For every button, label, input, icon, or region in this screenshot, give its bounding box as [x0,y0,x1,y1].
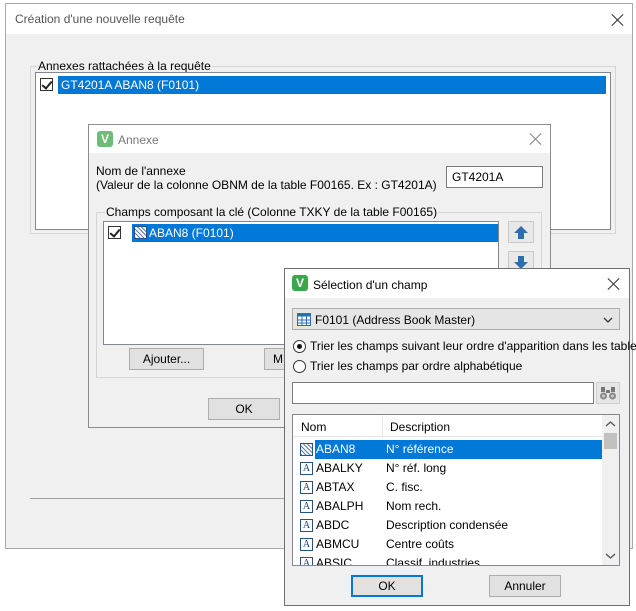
scroll-up-icon[interactable] [602,417,619,431]
table-row[interactable]: A ABMCU Centre coûts [293,535,603,554]
select-ok-button[interactable]: OK [351,575,423,597]
key-field-icon [300,443,313,456]
app-logo-icon: V [292,275,308,291]
column-divider [382,415,383,437]
select-cancel-button[interactable]: Annuler [489,575,561,597]
table-icon [297,313,311,326]
fields-table[interactable]: Nom Description ABAN8 N° référence A ABALKY… [292,414,620,566]
main-window-title: Création d'une nouvelle requête [15,12,185,26]
row-name: ABALPH [316,499,364,513]
select-title-bar: V Sélection d'un champ [285,269,629,298]
table-scrollbar[interactable] [602,415,619,565]
table-dropdown-value: F0101 (Address Book Master) [315,313,476,327]
sort-by-order-radio[interactable] [293,340,306,353]
row-name: ABSIC [316,556,353,566]
select-close-icon[interactable] [607,277,621,291]
row-name: ABTAX [316,480,355,494]
table-row[interactable]: A ABTAX C. fisc. [293,478,603,497]
sort-alpha-radio[interactable] [293,360,306,373]
main-title-bar: Création d'une nouvelle requête [6,4,632,34]
row-name: ABMCU [316,537,360,551]
table-row[interactable]: A ABALPH Nom rech. [293,497,603,516]
annexe-item-label: GT4201A ABAN8 (F0101) [61,78,200,92]
annexe-name-input[interactable]: GT4201A [446,166,543,188]
select-dialog-title: Sélection d'un champ [313,278,428,292]
table-dropdown[interactable]: F0101 (Address Book Master) [292,308,620,330]
alpha-field-icon: A [300,462,313,475]
arrow-up-icon [514,226,528,239]
main-close-icon[interactable] [611,13,625,27]
alpha-field-icon: A [300,481,313,494]
table-row[interactable]: ABAN8 N° référence [300,440,603,459]
move-up-button[interactable] [508,221,534,243]
annexe-name-label: Nom de l'annexe [96,164,186,178]
scroll-thumb[interactable] [604,433,617,449]
sort-alpha-label[interactable]: Trier les champs par ordre alphabétique [310,359,522,373]
annexe-dialog-title: Annexe [118,133,159,147]
row-description: N° référence [386,442,454,456]
key-field-label: ABAN8 (F0101) [149,226,234,240]
annexe-close-icon[interactable] [529,132,543,146]
key-field-item[interactable]: ABAN8 (F0101) [132,224,498,242]
annexe-name-hint: (Valeur de la colonne OBNM de la table F… [96,178,437,192]
key-field-checkbox[interactable] [108,226,121,239]
binoculars-icon [600,387,616,400]
column-header-name[interactable]: Nom [301,420,326,434]
row-description: N° réf. long [386,461,447,475]
row-description: C. fisc. [386,480,423,494]
field-search-input[interactable] [292,382,594,404]
alpha-field-icon: A [300,557,313,565]
column-header-description[interactable]: Description [390,420,450,434]
table-row[interactable]: A ABSIC Classif. industries [293,554,603,566]
alpha-field-icon: A [300,538,313,551]
chevron-down-icon [603,317,613,323]
row-name: ABDC [316,518,350,532]
row-name: ABALKY [316,461,363,475]
annexe-title-bar: V Annexe [89,125,550,153]
table-row[interactable]: A ABDC Description condensée [293,516,603,535]
key-fields-group-label: Champs composant la clé (Colonne TXKY de… [105,205,439,219]
annexes-group-label: Annexes rattachées à la requête [37,59,212,73]
alpha-field-icon: A [300,519,313,532]
annexe-ok-button[interactable]: OK [208,398,280,420]
row-description: Description condensée [386,518,509,532]
row-description: Nom rech. [386,499,442,513]
table-row[interactable]: A ABALKY N° réf. long [293,459,603,478]
fields-table-body: ABAN8 N° référence A ABALKY N° réf. long A ABT… [293,440,603,566]
sort-by-order-label[interactable]: Trier les champs suivant leur ordre d'ap… [310,339,636,353]
add-field-button[interactable]: Ajouter... [129,348,204,370]
key-field-icon [134,226,147,239]
search-button[interactable] [596,382,620,404]
annexe-checkbox[interactable] [40,78,53,91]
row-description: Centre coûts [386,537,455,551]
app-logo-icon: V [97,131,113,147]
scroll-down-icon[interactable] [602,549,619,563]
fields-table-header: Nom Description [293,415,603,437]
alpha-field-icon: A [300,500,313,513]
row-description: Classif. industries [386,556,481,566]
field-select-dialog: V Sélection d'un champ F0101 (Address Bo… [284,268,636,606]
row-name: ABAN8 [316,442,356,456]
annexe-list-item[interactable]: GT4201A ABAN8 (F0101) [58,76,606,94]
